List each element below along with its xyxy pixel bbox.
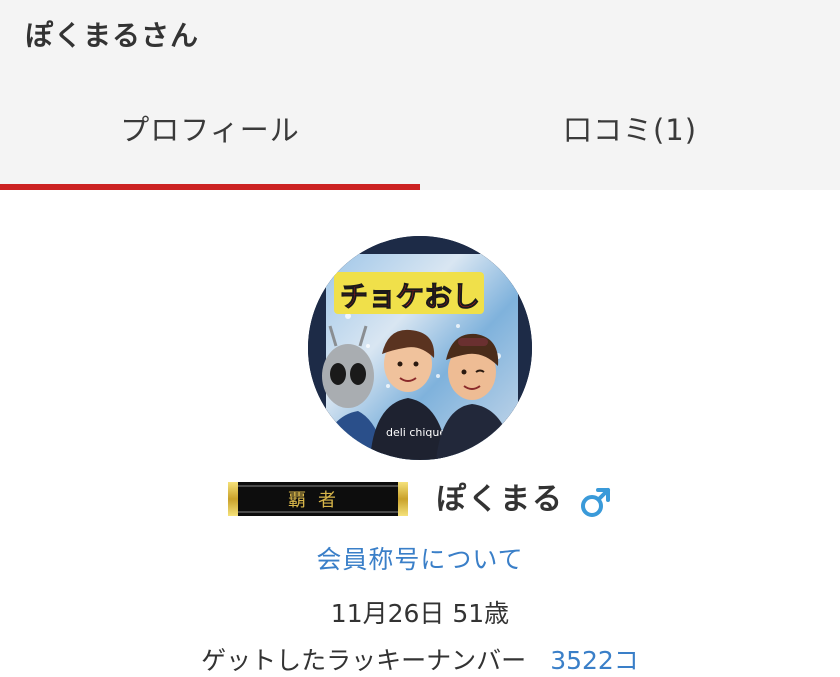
- tab-reviews[interactable]: 口コミ(1): [420, 92, 840, 190]
- lucky-number-row: ゲットしたラッキーナンバー 3522コ: [0, 641, 840, 677]
- profile-content: チョケおし deli chique 覇者 ぽくまる 会員称号について 11月26…: [0, 190, 840, 677]
- rank-badge-text: 覇者: [288, 490, 348, 511]
- rank-badge-image: 覇者: [228, 482, 408, 516]
- tab-profile[interactable]: プロフィール: [0, 92, 420, 190]
- tab-profile-label: プロフィール: [120, 113, 300, 147]
- tab-reviews-label: 口コミ(1): [562, 113, 698, 147]
- rank-badge: 覇者: [228, 482, 408, 516]
- header: ぽくまるさん プロフィール 口コミ(1): [0, 0, 840, 190]
- member-title-link[interactable]: 会員称号について: [0, 542, 840, 578]
- avatar: チョケおし deli chique: [308, 236, 532, 460]
- profile-screen: ぽくまるさん プロフィール 口コミ(1) チョケおし deli chique 覇…: [0, 0, 840, 677]
- lucky-number-count[interactable]: 3522コ: [550, 643, 639, 677]
- page-title: ぽくまるさん: [25, 19, 200, 52]
- avatar-caption: チョケおし: [340, 280, 480, 313]
- birthday-age: 11月26日 51歳: [330, 599, 510, 628]
- male-icon: [578, 484, 614, 520]
- avatar-image: チョケおし deli chique: [308, 236, 532, 460]
- tab-bar: プロフィール 口コミ(1): [0, 92, 840, 190]
- lucky-number-label: ゲットしたラッキーナンバー: [201, 646, 527, 675]
- avatar-shirt-text: deli chique: [386, 426, 446, 439]
- user-name: ぽくまる: [436, 482, 564, 517]
- name-row: 覇者 ぽくまる: [0, 480, 840, 530]
